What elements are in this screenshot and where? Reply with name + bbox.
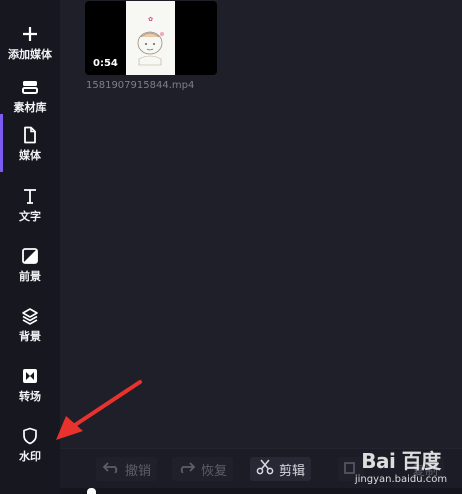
sidebar-item-label: 素材库 (13, 100, 47, 114)
transition-icon (20, 366, 40, 386)
playhead-handle[interactable] (87, 488, 96, 494)
library-icon (20, 77, 40, 97)
sidebar-item-transition[interactable]: 转场 (0, 355, 60, 413)
baidu-watermark: Bai 百度 jingyan.baidu.com (345, 440, 457, 490)
undo-label: 撤销 (125, 463, 152, 479)
video-thumbnail: ✿ (126, 1, 175, 75)
video-duration: 0:54 (93, 58, 118, 69)
sidebar-item-media[interactable]: 媒体 (0, 114, 60, 172)
redo-label: 恢复 (201, 463, 228, 479)
watermark-url: jingyan.baidu.com (354, 474, 448, 485)
plus-icon (20, 24, 40, 44)
redo-button[interactable]: 恢复 (172, 457, 234, 481)
undo-icon (102, 461, 120, 477)
scissors-icon (256, 459, 274, 479)
cut-label: 剪辑 (279, 463, 306, 479)
file-icon (20, 125, 40, 145)
foreground-icon (20, 246, 40, 266)
svg-text:✿: ✿ (148, 16, 153, 23)
watermark-logo: Bai 百度 (361, 449, 441, 473)
redo-icon (178, 461, 196, 477)
cut-button[interactable]: 剪辑 (250, 457, 312, 481)
media-thumbnail-card[interactable]: ✿ 0:54 (85, 1, 217, 75)
sidebar-item-label: 文字 (19, 209, 41, 223)
sidebar-item-label: 背景 (19, 329, 41, 343)
shield-icon (20, 426, 40, 446)
sidebar-item-foreground[interactable]: 前景 (0, 235, 60, 293)
sidebar-item-label: 水印 (19, 449, 41, 463)
sidebar-item-text[interactable]: 文字 (0, 175, 60, 233)
sidebar: 添加媒体 素材库 媒体 文字 前景 背景 转场 水印 (0, 0, 60, 494)
sidebar-item-add-media[interactable]: 添加媒体 (0, 13, 60, 71)
annotation-arrow (56, 380, 142, 440)
sidebar-item-background[interactable]: 背景 (0, 295, 60, 353)
layers-icon (20, 306, 40, 326)
undo-button[interactable]: 撤销 (96, 457, 158, 481)
media-filename: 1581907915844.mp4 (86, 80, 195, 91)
sidebar-item-label: 转场 (19, 389, 41, 403)
sidebar-item-label: 前景 (19, 269, 41, 283)
sidebar-item-watermark[interactable]: 水印 (0, 415, 60, 473)
sidebar-item-label: 媒体 (19, 148, 41, 162)
text-icon (20, 186, 40, 206)
app-window: 添加媒体 素材库 媒体 文字 前景 背景 转场 水印 ✿ 0:54 158190… (0, 0, 462, 494)
sidebar-item-label: 添加媒体 (8, 47, 52, 61)
